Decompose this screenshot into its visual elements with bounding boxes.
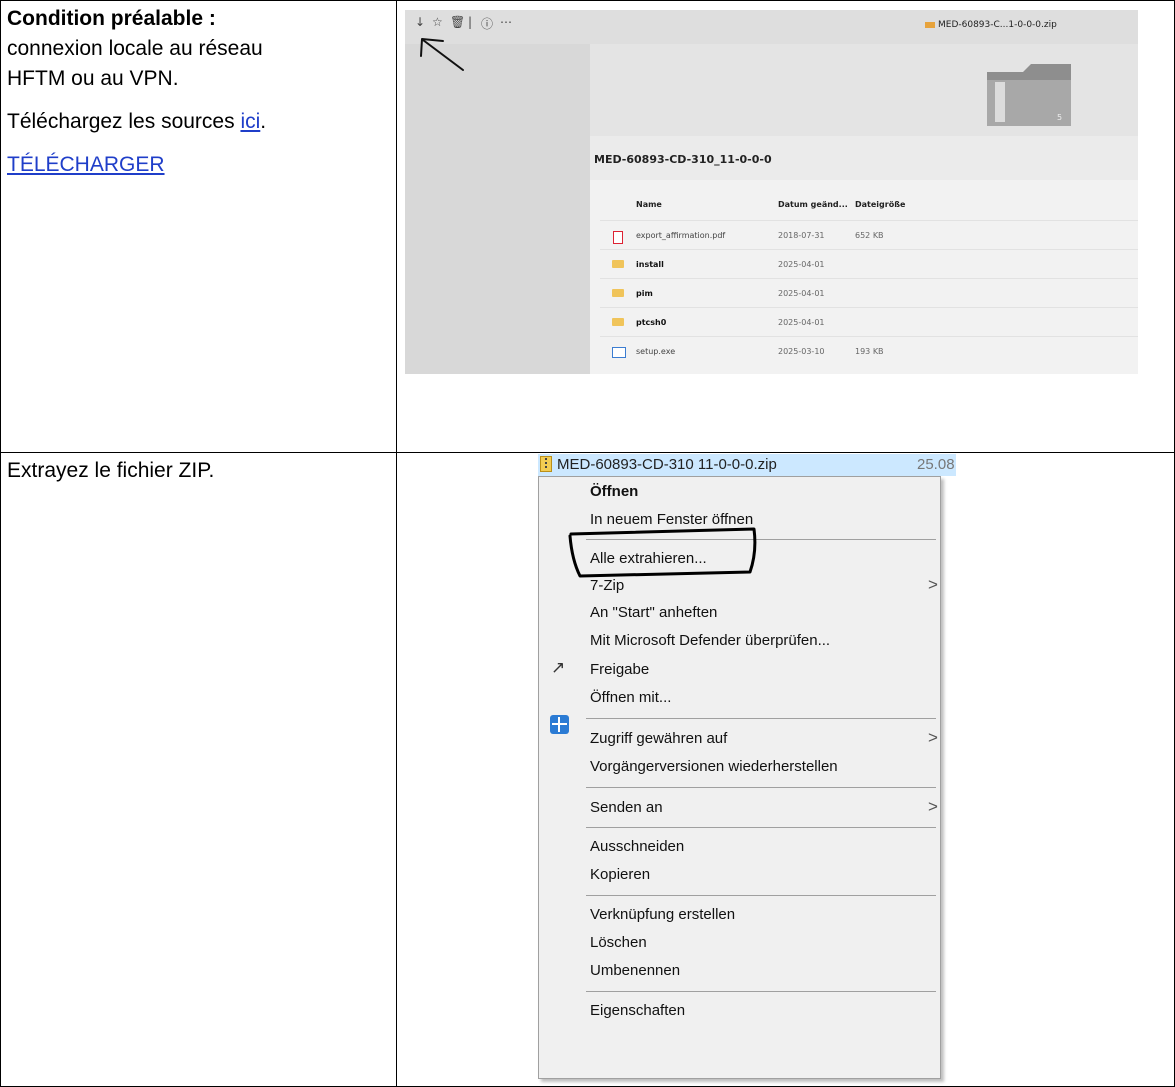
chevron-right-icon: >	[928, 728, 938, 747]
menu-item-7zip[interactable]: 7-Zip	[590, 577, 624, 594]
trash-icon[interactable]: 🗑︎	[450, 15, 465, 29]
menu-item-send-to[interactable]: Senden an	[590, 799, 663, 816]
menu-item-create-shortcut[interactable]: Verknüpfung erstellen	[590, 906, 735, 923]
zip-file-row[interactable]: MED-60893-CD-310 11-0-0-0.zip 25.08	[538, 454, 956, 476]
zip-file-icon	[540, 456, 552, 472]
column-name-header[interactable]: Name	[636, 200, 662, 209]
menu-separator	[586, 827, 936, 828]
table-row[interactable]: export_affirmation.pdf 2018-07-31 652 KB	[600, 220, 1138, 250]
table-row[interactable]: ptcsh0 2025-04-01	[600, 307, 1138, 337]
folder-icon	[612, 289, 624, 297]
download-screenshot-cell: ↓ ☆ 🗑︎ | ⓘ ⋯ MED-60893-C...1-0-0-0.zip 5…	[396, 0, 1175, 453]
menu-item-rename[interactable]: Umbenennen	[590, 962, 680, 979]
menu-separator	[586, 787, 936, 788]
menu-item-open-with[interactable]: Öffnen mit...	[590, 689, 671, 706]
share-icon: ↗	[551, 658, 566, 677]
folder-hero: 5	[590, 44, 1138, 136]
download-sentence: Téléchargez les sources ici.	[7, 107, 390, 137]
context-menu-screenshot-cell: MED-60893-CD-310 11-0-0-0.zip 25.08 Öffn…	[396, 452, 1175, 1087]
hand-drawn-arrow-icon	[420, 38, 464, 71]
menu-item-defender-scan[interactable]: Mit Microsoft Defender überprüfen...	[590, 632, 830, 649]
zip-folder-view: 5 MED-60893-CD-310_11-0-0-0 Name Datum g…	[590, 44, 1138, 374]
separator-icon: |	[468, 15, 473, 29]
download-screenshot: ↓ ☆ 🗑︎ | ⓘ ⋯ MED-60893-C...1-0-0-0.zip 5…	[405, 10, 1138, 374]
zip-download-tab[interactable]: MED-60893-C...1-0-0-0.zip	[925, 20, 1057, 30]
folder-icon	[612, 260, 624, 268]
prerequisite-line-1: connexion locale au réseau	[7, 37, 263, 60]
prerequisite-cell: Condition préalable : connexion locale a…	[0, 0, 397, 453]
hand-drawn-highlight-mark	[568, 527, 757, 578]
instruction-table: Condition préalable : connexion locale a…	[0, 0, 1175, 1087]
context-menu: Öffnen In neuem Fenster öffnen Alle extr…	[538, 476, 941, 1079]
file-list: Name Datum geänd... Dateigröße export_af…	[590, 180, 1138, 374]
download-suffix: .	[260, 110, 267, 133]
download-prefix: Téléchargez les sources	[7, 110, 241, 133]
menu-separator	[586, 895, 936, 896]
menu-item-cut[interactable]: Ausschneiden	[590, 838, 684, 855]
star-icon[interactable]: ☆	[432, 15, 443, 29]
menu-item-give-access[interactable]: Zugriff gewähren auf	[590, 730, 727, 747]
chevron-right-icon: >	[928, 797, 938, 816]
menu-item-pin-start[interactable]: An "Start" anheften	[590, 604, 717, 621]
menu-separator	[586, 718, 936, 719]
table-row[interactable]: pim 2025-04-01	[600, 278, 1138, 308]
zip-file-icon	[925, 21, 935, 28]
folder-title: MED-60893-CD-310_11-0-0-0	[594, 153, 772, 166]
table-row[interactable]: install 2025-04-01	[600, 249, 1138, 279]
menu-item-share[interactable]: Freigabe	[590, 661, 649, 678]
download-icon[interactable]: ↓	[415, 15, 425, 29]
menu-item-properties[interactable]: Eigenschaften	[590, 1002, 685, 1019]
exe-file-icon	[612, 347, 626, 358]
pdf-file-icon	[613, 231, 623, 244]
prerequisite-heading: Condition préalable :	[7, 7, 216, 30]
table-row[interactable]: setup.exe 2025-03-10 193 KB	[600, 336, 1138, 366]
defender-shield-icon	[550, 715, 569, 734]
extract-instruction: Extrayez le fichier ZIP.	[7, 459, 215, 482]
download-link[interactable]: TÉLÉCHARGER	[7, 153, 165, 176]
info-icon[interactable]: ⓘ	[481, 15, 493, 32]
browser-toolbar: ↓ ☆ 🗑︎ | ⓘ ⋯ MED-60893-C...1-0-0-0.zip	[405, 10, 1138, 44]
menu-item-restore-versions[interactable]: Vorgängerversionen wiederherstellen	[590, 758, 838, 775]
zip-file-name: MED-60893-CD-310 11-0-0-0.zip	[557, 456, 777, 473]
zip-file-date: 25.08	[917, 456, 955, 473]
menu-item-delete[interactable]: Löschen	[590, 934, 647, 951]
column-date-header[interactable]: Datum geänd...	[778, 200, 848, 209]
column-size-header[interactable]: Dateigröße	[855, 200, 905, 209]
prerequisite-line-2: HFTM ou au VPN.	[7, 67, 179, 90]
zip-folder-icon: 5	[987, 64, 1071, 126]
extract-cell: Extrayez le fichier ZIP.	[0, 452, 397, 1087]
menu-separator	[586, 991, 936, 992]
folder-icon	[612, 318, 624, 326]
menu-item-copy[interactable]: Kopieren	[590, 866, 650, 883]
chevron-right-icon: >	[928, 575, 938, 594]
menu-item-open[interactable]: Öffnen	[590, 483, 638, 500]
more-icon[interactable]: ⋯	[500, 15, 512, 29]
sources-link[interactable]: ici	[240, 110, 260, 133]
folder-badge: 5	[1057, 113, 1062, 122]
